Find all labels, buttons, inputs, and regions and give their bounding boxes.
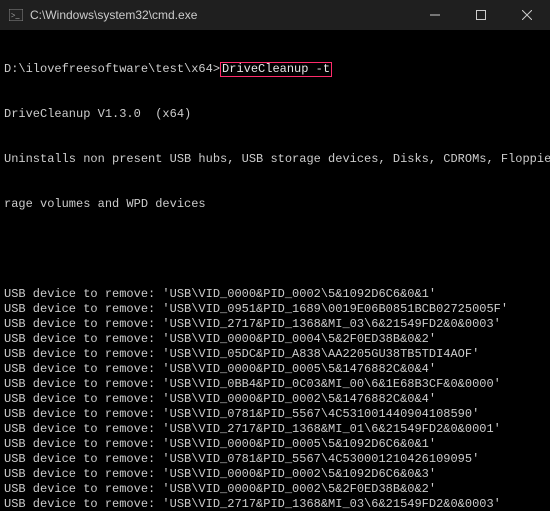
titlebar[interactable]: >_ C:\Windows\system32\cmd.exe (0, 0, 550, 30)
header-line: DriveCleanup V1.3.0 (x64) (4, 107, 546, 122)
cmd-icon: >_ (8, 7, 24, 23)
device-line: USB device to remove: 'USB\VID_0000&PID_… (4, 467, 546, 482)
device-line: USB device to remove: 'USB\VID_0000&PID_… (4, 482, 546, 497)
device-line: USB device to remove: 'USB\VID_0000&PID_… (4, 437, 546, 452)
cmd-window: >_ C:\Windows\system32\cmd.exe D:\ilovef… (0, 0, 550, 511)
device-line: USB device to remove: 'USB\VID_0951&PID_… (4, 302, 546, 317)
device-line: USB device to remove: 'USB\VID_0000&PID_… (4, 287, 546, 302)
maximize-button[interactable] (458, 0, 504, 30)
prompt-line: D:\ilovefreesoftware\test\x64>DriveClean… (4, 62, 546, 77)
device-line: USB device to remove: 'USB\VID_0BB4&PID_… (4, 377, 546, 392)
device-line: USB device to remove: 'USB\VID_2717&PID_… (4, 422, 546, 437)
window-controls (412, 0, 550, 30)
prompt-path: D:\ilovefreesoftware\test\x64> (4, 62, 220, 76)
header-line: Uninstalls non present USB hubs, USB sto… (4, 152, 546, 167)
device-line: USB device to remove: 'USB\VID_0000&PID_… (4, 362, 546, 377)
blank-line (4, 242, 546, 257)
command-text: DriveCleanup -t (220, 62, 332, 77)
close-button[interactable] (504, 0, 550, 30)
device-line: USB device to remove: 'USB\VID_0000&PID_… (4, 332, 546, 347)
device-line: USB device to remove: 'USB\VID_0781&PID_… (4, 407, 546, 422)
svg-text:>_: >_ (11, 11, 21, 20)
terminal-output[interactable]: D:\ilovefreesoftware\test\x64>DriveClean… (0, 30, 550, 511)
device-line: USB device to remove: 'USB\VID_05DC&PID_… (4, 347, 546, 362)
device-line: USB device to remove: 'USB\VID_0000&PID_… (4, 392, 546, 407)
window-title: C:\Windows\system32\cmd.exe (30, 8, 412, 22)
device-line: USB device to remove: 'USB\VID_2717&PID_… (4, 317, 546, 332)
device-line: USB device to remove: 'USB\VID_2717&PID_… (4, 497, 546, 511)
header-line: rage volumes and WPD devices (4, 197, 546, 212)
minimize-button[interactable] (412, 0, 458, 30)
device-line: USB device to remove: 'USB\VID_0781&PID_… (4, 452, 546, 467)
